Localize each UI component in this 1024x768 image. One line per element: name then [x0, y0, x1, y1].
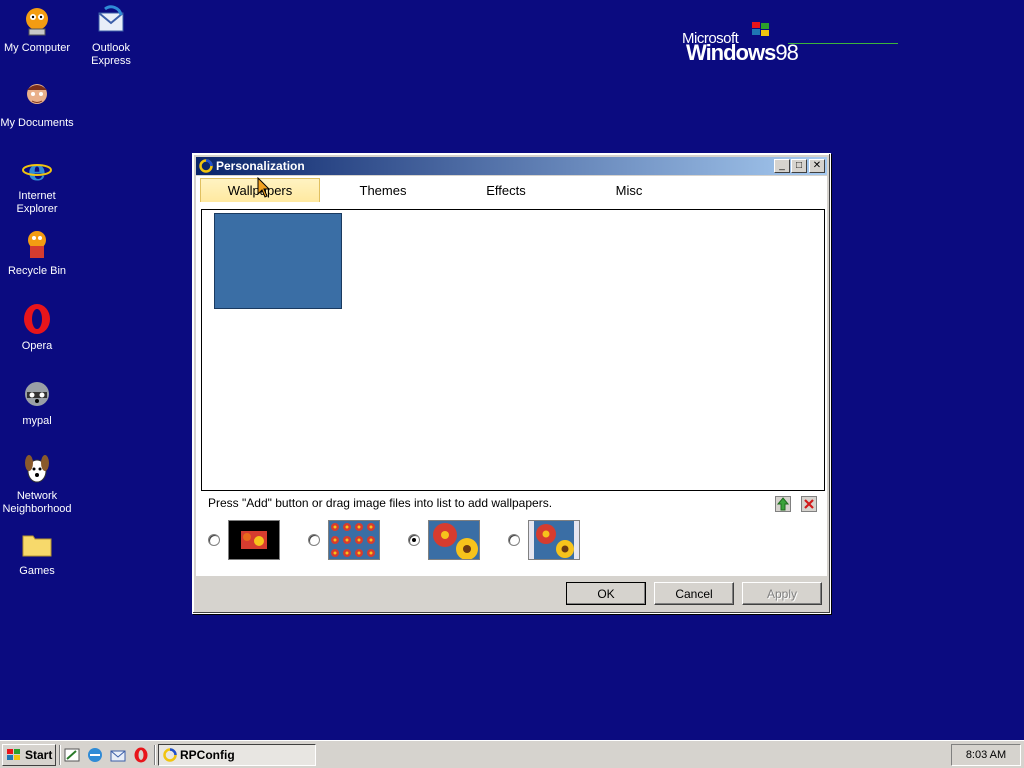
- tab-themes[interactable]: Themes: [323, 178, 443, 202]
- move-up-button[interactable]: [775, 496, 791, 512]
- taskbar: Start RPConfig 8:03 AM: [0, 740, 1024, 768]
- internet-explorer-icon: e: [20, 152, 54, 186]
- title-bar[interactable]: Personalization _ □ ✕: [196, 157, 827, 175]
- desktop-icon-label: My Documents: [0, 117, 74, 129]
- clock-time: 8:03 AM: [965, 749, 1007, 761]
- logo-windows: Windows98: [686, 40, 799, 65]
- desktop-icon-label: Network Neighborhood: [2, 490, 72, 515]
- delete-x-icon: [801, 496, 817, 512]
- desktop-icon-label: Opera: [21, 340, 53, 352]
- style-option-stretch[interactable]: [408, 520, 480, 560]
- quicklaunch-opera[interactable]: [133, 747, 149, 763]
- desktop-icon-label: My Computer: [3, 42, 71, 54]
- desktop-icon-internet-explorer[interactable]: e Internet Explorer: [0, 152, 74, 216]
- cancel-button[interactable]: Cancel: [654, 582, 734, 605]
- desktop-icon-my-computer[interactable]: My Computer: [0, 4, 74, 55]
- mypal-raccoon-icon: [20, 377, 54, 411]
- desktop-icon-label: mypal: [22, 415, 52, 427]
- wallpaper-item-solid-color[interactable]: [214, 213, 342, 309]
- ok-button[interactable]: OK: [566, 582, 646, 605]
- logo-line: [788, 43, 898, 44]
- minimize-icon: _: [779, 160, 785, 171]
- radio-center[interactable]: [208, 534, 220, 546]
- maximize-button[interactable]: □: [791, 159, 807, 173]
- internet-explorer-icon: [88, 748, 102, 762]
- close-button[interactable]: ✕: [809, 159, 825, 173]
- close-icon: ✕: [812, 160, 822, 171]
- window-controls: _ □ ✕: [773, 159, 825, 173]
- wallpaper-list[interactable]: [201, 209, 825, 491]
- desktop-icon-label: Games: [19, 565, 55, 577]
- desktop-icon-recycle-bin[interactable]: Recycle Bin: [0, 227, 74, 278]
- personalization-dialog: Personalization _ □ ✕ Wallpapers Themes …: [192, 153, 831, 614]
- tab-strip: Wallpapers Themes Effects Misc: [200, 178, 827, 202]
- radio-fit[interactable]: [508, 534, 520, 546]
- quicklaunch-show-desktop[interactable]: [64, 747, 80, 763]
- show-desktop-icon: [64, 748, 80, 762]
- rpconfig-app-icon: [199, 159, 213, 173]
- taskbar-separator: [59, 745, 61, 765]
- windows-flag-icon: [7, 749, 20, 760]
- taskbar-separator: [154, 745, 156, 765]
- desktop-icon-network-neighborhood[interactable]: Network Neighborhood: [0, 452, 74, 516]
- taskbar-button-rpconfig[interactable]: RPConfig: [158, 744, 316, 766]
- opera-icon: [134, 747, 148, 763]
- radio-tile[interactable]: [308, 534, 320, 546]
- desktop-icon-mypal[interactable]: mypal: [0, 377, 74, 428]
- rpconfig-app-icon: [163, 748, 177, 762]
- outlook-express-icon: [110, 750, 126, 762]
- svg-text:e: e: [28, 154, 46, 185]
- maximize-icon: □: [795, 160, 803, 171]
- style-fit-icon: [528, 520, 580, 560]
- garfield-computer-icon: [20, 4, 54, 38]
- style-option-tile[interactable]: [308, 520, 380, 560]
- windows-98-logo: Microsoft Windows98: [680, 20, 1020, 70]
- remove-button[interactable]: [801, 496, 817, 512]
- windows-flag-icon: [752, 22, 769, 36]
- my-documents-icon: [20, 79, 54, 113]
- opera-icon: [20, 302, 54, 336]
- tab-misc[interactable]: Misc: [569, 178, 689, 202]
- dialog-title: Personalization: [216, 159, 305, 173]
- desktop-icon-my-documents[interactable]: My Documents: [0, 79, 74, 130]
- outlook-express-icon: [94, 4, 128, 38]
- network-neighborhood-icon: [20, 452, 54, 486]
- quicklaunch-internet-explorer[interactable]: [87, 747, 103, 763]
- taskbar-button-label: RPConfig: [180, 748, 235, 762]
- desktop-icon-games[interactable]: Games: [0, 527, 74, 578]
- system-tray-clock[interactable]: 8:03 AM: [951, 744, 1021, 766]
- wallpaper-hint: Press "Add" button or drag image files i…: [208, 496, 553, 510]
- folder-icon: [20, 527, 54, 561]
- quicklaunch-outlook-express[interactable]: [110, 747, 126, 763]
- start-button[interactable]: Start: [2, 744, 56, 766]
- minimize-button[interactable]: _: [774, 159, 790, 173]
- radio-selected-dot: [412, 538, 416, 542]
- mouse-cursor-icon: [257, 177, 271, 198]
- style-tile-icon: [328, 520, 380, 560]
- style-stretch-icon: [428, 520, 480, 560]
- desktop-icon-opera[interactable]: Opera: [0, 302, 74, 353]
- arrow-up-icon: [775, 496, 791, 512]
- radio-stretch[interactable]: [408, 534, 420, 546]
- recycle-bin-icon: [20, 227, 54, 261]
- desktop-icon-outlook-express[interactable]: Outlook Express: [74, 4, 148, 68]
- style-option-fit[interactable]: [508, 520, 580, 560]
- desktop-icon-label: Internet Explorer: [16, 190, 58, 215]
- apply-button[interactable]: Apply: [742, 582, 822, 605]
- tab-effects[interactable]: Effects: [446, 178, 566, 202]
- dialog-button-row: OK Cancel Apply: [193, 582, 830, 606]
- desktop-icon-label: Recycle Bin: [7, 265, 67, 277]
- desktop-icon-label: Outlook Express: [91, 42, 131, 67]
- start-label: Start: [25, 748, 53, 762]
- dialog-content: Wallpapers Themes Effects Misc Press "Ad…: [196, 176, 827, 576]
- style-option-center[interactable]: [208, 520, 280, 560]
- style-center-icon: [228, 520, 280, 560]
